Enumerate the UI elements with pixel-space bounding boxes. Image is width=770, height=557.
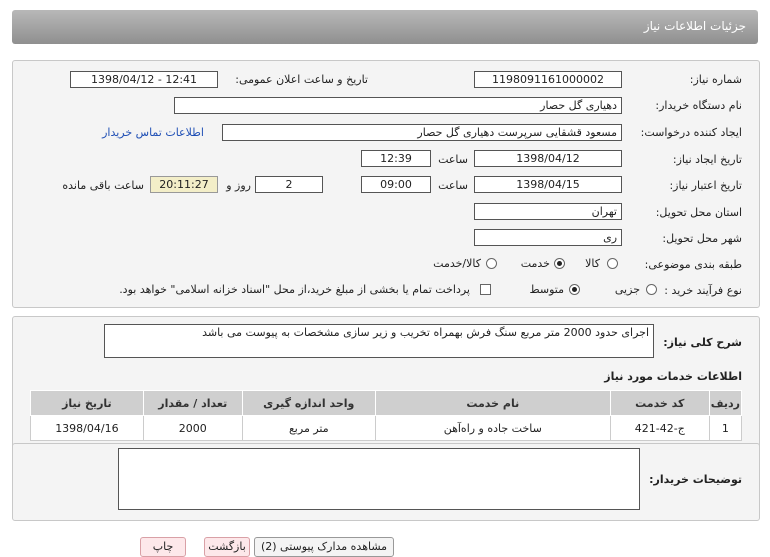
- need-number-label: شماره نیاز:: [689, 73, 742, 86]
- province-field: تهران: [474, 203, 622, 220]
- validity-time-label: ساعت: [438, 179, 468, 192]
- description-field: اجرای حدود 2000 متر مربع سنگ فرش بهمراه …: [104, 324, 654, 358]
- created-time-label: ساعت: [438, 153, 468, 166]
- treasury-checkbox[interactable]: [480, 284, 491, 295]
- announce-field: 1398/04/12 - 12:41: [70, 71, 218, 88]
- col-unit: واحد اندازه گیری: [241, 390, 376, 416]
- col-date: تاریخ نیاز: [30, 390, 144, 416]
- buyer-notes-field: [118, 448, 640, 510]
- cell-row: 1: [708, 415, 743, 441]
- process-option-minor: جزیی: [614, 283, 640, 296]
- category-radio-service[interactable]: [554, 258, 565, 269]
- page-title: جزئیات اطلاعات نیاز: [643, 19, 746, 33]
- announce-label: تاریخ و ساعت اعلان عمومی:: [235, 73, 368, 86]
- city-field: ری: [474, 229, 622, 246]
- city-label: شهر محل تحویل:: [662, 232, 742, 245]
- cell-date: 1398/04/16: [30, 415, 144, 441]
- cell-unit: متر مربع: [241, 415, 376, 441]
- process-label: نوع فرآیند خرید :: [664, 284, 742, 297]
- validity-time-field: 09:00: [361, 176, 431, 193]
- print-button[interactable]: چاپ: [140, 537, 186, 557]
- col-qty: تعداد / مقدار: [142, 390, 243, 416]
- buyer-label: نام دستگاه خریدار:: [655, 99, 742, 112]
- category-radio-goods-service[interactable]: [486, 258, 497, 269]
- services-header-row: ردیف کد خدمت نام خدمت واحد اندازه گیری ت…: [30, 390, 743, 416]
- col-code: کد خدمت: [609, 390, 710, 416]
- col-row: ردیف: [708, 390, 743, 416]
- created-date-field: 1398/04/12: [474, 150, 622, 167]
- days-label: روز و: [226, 179, 251, 192]
- cell-name: ساخت جاده و راه‌آهن: [374, 415, 611, 441]
- process-option-medium: متوسط: [529, 283, 564, 296]
- category-option-service: خدمت: [520, 257, 550, 270]
- services-title: اطلاعات خدمات مورد نیاز: [604, 370, 742, 383]
- description-label: شرح کلی نیاز:: [663, 336, 742, 349]
- process-radio-medium[interactable]: [569, 284, 580, 295]
- category-option-goods: کالا: [585, 257, 600, 270]
- creator-label: ایجاد کننده درخواست:: [640, 126, 742, 139]
- attachments-button[interactable]: مشاهده مدارک پیوستی (2): [254, 537, 394, 557]
- services-table: ردیف کد خدمت نام خدمت واحد اندازه گیری ت…: [30, 390, 743, 441]
- col-name: نام خدمت: [374, 390, 611, 416]
- cell-qty: 2000: [142, 415, 243, 441]
- remaining-label: ساعت باقی مانده: [62, 179, 144, 192]
- remaining-time-field: 20:11:27: [150, 176, 218, 193]
- category-radio-goods[interactable]: [607, 258, 618, 269]
- validity-date-field: 1398/04/15: [474, 176, 622, 193]
- buyer-notes-label: توضیحات خریدار:: [649, 473, 742, 486]
- table-row: 1 ج-42-421 ساخت جاده و راه‌آهن متر مربع …: [30, 415, 743, 441]
- category-option-goods-service: کالا/خدمت: [433, 257, 481, 270]
- province-label: استان محل تحویل:: [655, 206, 742, 219]
- validity-label: تاریخ اعتبار نیاز:: [669, 179, 742, 192]
- need-number-field: 1198091161000002: [474, 71, 622, 88]
- created-date-label: تاریخ ایجاد نیاز:: [672, 153, 742, 166]
- category-label: طبقه بندی موضوعی:: [644, 258, 742, 271]
- days-field: 2: [255, 176, 323, 193]
- cell-code: ج-42-421: [609, 415, 710, 441]
- back-button[interactable]: بازگشت: [204, 537, 250, 557]
- page-header: جزئیات اطلاعات نیاز: [12, 10, 758, 44]
- payment-note: پرداخت تمام یا بخشی از مبلغ خرید،از محل …: [119, 283, 470, 296]
- creator-field: مسعود قشقایی سرپرست دهیاری گل حصار: [222, 124, 622, 141]
- contact-link[interactable]: اطلاعات تماس خریدار: [102, 126, 204, 139]
- created-time-field: 12:39: [361, 150, 431, 167]
- buyer-field: دهیاری گل حصار: [174, 97, 622, 114]
- process-radio-minor[interactable]: [646, 284, 657, 295]
